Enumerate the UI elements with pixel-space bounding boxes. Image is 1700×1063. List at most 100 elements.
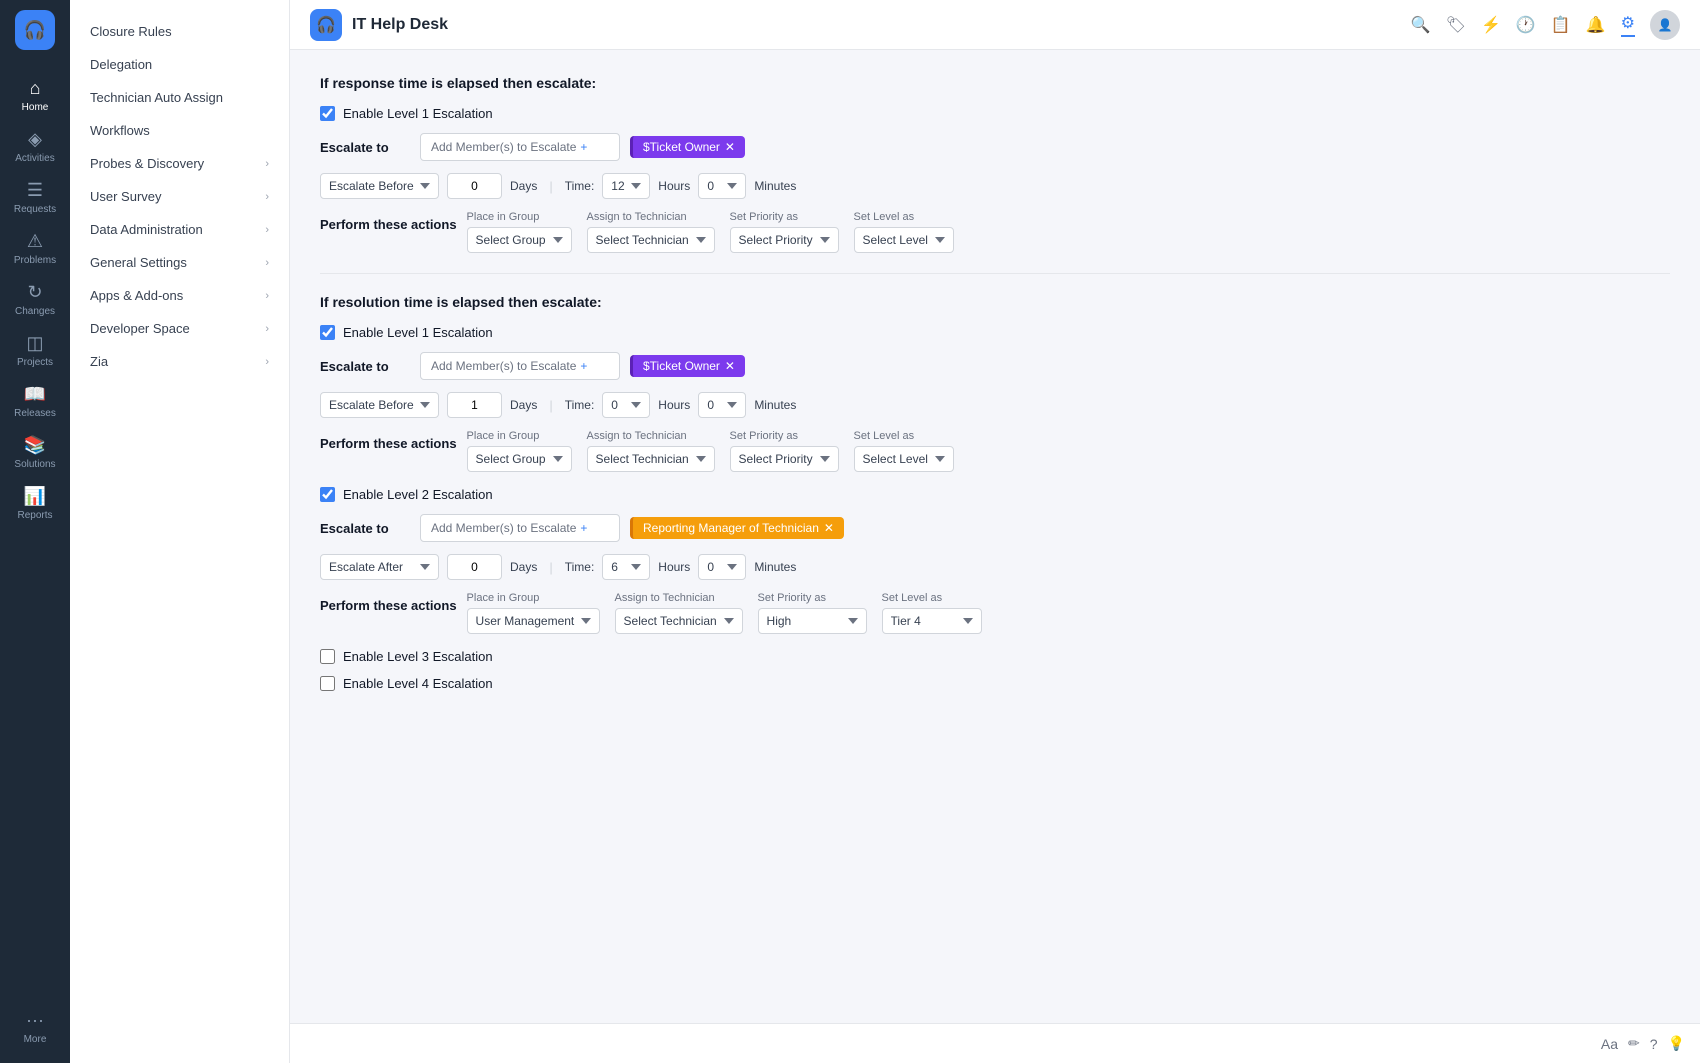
edit-icon[interactable]: ✏: [1628, 1035, 1640, 1052]
nav-item-problems[interactable]: ⚠ Problems: [0, 223, 70, 274]
tag-close-icon[interactable]: ✕: [725, 359, 735, 373]
sec2-l1-set-level-select[interactable]: Select Level: [854, 446, 954, 472]
help-icon[interactable]: ?: [1650, 1036, 1658, 1052]
sec2-l1-escalate-to-label: Escalate to: [320, 359, 410, 374]
content-area: If response time is elapsed then escalat…: [290, 50, 1700, 1023]
sec2-l1-place-group-select[interactable]: Select Group: [467, 446, 572, 472]
home-icon: ⌂: [30, 78, 41, 99]
sec1-minutes-label: Minutes: [754, 179, 796, 193]
sidebar-item-delegation[interactable]: Delegation: [70, 48, 289, 81]
sec1-place-group-select[interactable]: Select Group: [467, 227, 572, 253]
sec2-l1-time-label: Time:: [565, 398, 595, 412]
sidebar-item-data-admin[interactable]: Data Administration ›: [70, 213, 289, 246]
sec2-l2-set-level-label: Set Level as: [882, 592, 982, 604]
lightbulb-icon[interactable]: 💡: [1668, 1035, 1685, 1052]
nav-item-projects[interactable]: ◫ Projects: [0, 325, 70, 376]
sec1-set-priority-select[interactable]: Select Priority: [730, 227, 839, 253]
chevron-right-icon: ›: [265, 158, 269, 170]
gear-icon[interactable]: ⚙: [1621, 13, 1635, 37]
sec1-time-select[interactable]: 12 01234567891011: [602, 173, 650, 199]
sec2-l2-set-level-select[interactable]: Tier 4 Select LevelTier 1Tier 2Tier 3: [882, 608, 982, 634]
sec1-escalate-to-label: Escalate to: [320, 140, 410, 155]
app-title: 🎧 IT Help Desk: [310, 9, 448, 41]
bell-icon[interactable]: 🔔: [1586, 15, 1606, 35]
sidebar-item-general-settings[interactable]: General Settings ›: [70, 246, 289, 279]
sec1-set-level-select[interactable]: Select Level: [854, 227, 954, 253]
sidebar-item-probes[interactable]: Probes & Discovery ›: [70, 147, 289, 180]
nav-item-solutions[interactable]: 📚 Solutions: [0, 427, 70, 478]
sec2-level4-checkbox-row: Enable Level 4 Escalation: [320, 676, 1670, 691]
releases-icon: 📖: [24, 384, 46, 405]
sec1-escalate-before-select[interactable]: Escalate Before Escalate After: [320, 173, 439, 199]
sec1-hours-select[interactable]: 0 153045: [698, 173, 746, 199]
sec2-l2-member-input[interactable]: Add Member(s) to Escalate +: [420, 514, 620, 542]
nav-item-home[interactable]: ⌂ Home: [0, 70, 70, 121]
sec2-l1-hours-select[interactable]: 0 153045: [698, 392, 746, 418]
text-format-icon[interactable]: Aa: [1601, 1036, 1618, 1052]
app-logo: 🎧: [15, 10, 55, 50]
sec1-member-input[interactable]: Add Member(s) to Escalate +: [420, 133, 620, 161]
user-avatar[interactable]: 👤: [1650, 10, 1680, 40]
sec2-l2-time-label: Time:: [565, 560, 595, 574]
clock-icon[interactable]: 🕐: [1516, 15, 1536, 35]
sec2-l2-actions-row: Perform these actions Place in Group Use…: [320, 592, 1670, 634]
sec2-l1-priority-action: Set Priority as Select Priority: [730, 430, 839, 472]
nav-item-more[interactable]: ··· More: [0, 1002, 70, 1053]
sec1-level1-checkbox[interactable]: [320, 106, 335, 121]
sec1-actions-label: Perform these actions: [320, 211, 457, 232]
sec2-l2-escalate-after-select[interactable]: Escalate After Escalate Before: [320, 554, 439, 580]
sidebar-item-developer-space[interactable]: Developer Space ›: [70, 312, 289, 345]
sec2-level1-checkbox-row: Enable Level 1 Escalation: [320, 325, 1670, 340]
sec2-level1-checkbox[interactable]: [320, 325, 335, 340]
sec2-l1-set-priority-select[interactable]: Select Priority: [730, 446, 839, 472]
sidebar-item-workflows[interactable]: Workflows: [70, 114, 289, 147]
sec2-l1-assign-tech-select[interactable]: Select Technician: [587, 446, 715, 472]
sec1-days-input[interactable]: [447, 173, 502, 199]
sec2-l2-set-priority-select[interactable]: High Select PriorityLowMediumUrgent: [758, 608, 867, 634]
lightning-icon[interactable]: ⚡: [1481, 15, 1501, 35]
sidebar-item-zia[interactable]: Zia ›: [70, 345, 289, 378]
nav-item-reports[interactable]: 📊 Reports: [0, 478, 70, 529]
sec2-level2-checkbox[interactable]: [320, 487, 335, 502]
nav-item-changes[interactable]: ↻ Changes: [0, 274, 70, 325]
nav-item-releases[interactable]: 📖 Releases: [0, 376, 70, 427]
sec2-l1-days-input[interactable]: [447, 392, 502, 418]
sec2-l2-hours-select[interactable]: 0 153045: [698, 554, 746, 580]
search-icon[interactable]: 🔍: [1411, 15, 1431, 35]
sec2-level4-label: Enable Level 4 Escalation: [343, 676, 493, 691]
sec2-l2-minutes-label: Minutes: [754, 560, 796, 574]
sec2-l1-escalate-before-select[interactable]: Escalate Before Escalate After: [320, 392, 439, 418]
sec1-actions-row: Perform these actions Place in Group Sel…: [320, 211, 1670, 253]
sidebar-item-tech-auto-assign[interactable]: Technician Auto Assign: [70, 81, 289, 114]
sec1-assign-tech-select[interactable]: Select Technician: [587, 227, 715, 253]
sidebar-item-closure-rules[interactable]: Closure Rules: [70, 15, 289, 48]
sec1-priority-action: Set Priority as Select Priority: [730, 211, 839, 253]
sec2-l2-place-group-select[interactable]: User Management Select Group: [467, 608, 600, 634]
sec2-l2-days-input[interactable]: [447, 554, 502, 580]
sec1-timing-row: Escalate Before Escalate After Days | Ti…: [320, 173, 1670, 199]
sidebar-item-user-survey[interactable]: User Survey ›: [70, 180, 289, 213]
resolution-time-section: If resolution time is elapsed then escal…: [320, 294, 1670, 691]
nav-item-activities[interactable]: ◈ Activities: [0, 121, 70, 172]
sec2-level2-checkbox-row: Enable Level 2 Escalation: [320, 487, 1670, 502]
clipboard-icon[interactable]: 📋: [1551, 15, 1571, 35]
sec2-level3-label: Enable Level 3 Escalation: [343, 649, 493, 664]
top-header: 🎧 IT Help Desk 🔍 🏷 ⚡ 🕐 📋 🔔 ⚙ 👤: [290, 0, 1700, 50]
sec2-level3-checkbox[interactable]: [320, 649, 335, 664]
plus-icon: +: [580, 521, 587, 535]
sec1-group-action: Place in Group Select Group: [467, 211, 572, 253]
tag-icon[interactable]: 🏷: [1446, 15, 1466, 35]
sidebar-item-apps[interactable]: Apps & Add-ons ›: [70, 279, 289, 312]
tag-close-icon[interactable]: ✕: [824, 521, 834, 535]
sec1-ticket-owner-tag: $Ticket Owner ✕: [630, 136, 745, 158]
sec2-level4-checkbox[interactable]: [320, 676, 335, 691]
tag-close-icon[interactable]: ✕: [725, 140, 735, 154]
sec1-level1-checkbox-row: Enable Level 1 Escalation: [320, 106, 1670, 121]
chevron-right-icon: ›: [265, 290, 269, 302]
sec2-l1-member-input[interactable]: Add Member(s) to Escalate +: [420, 352, 620, 380]
sec2-l2-time-select[interactable]: 6 01212: [602, 554, 650, 580]
nav-item-requests[interactable]: ☰ Requests: [0, 172, 70, 223]
sec2-l1-time-select[interactable]: 0 12612: [602, 392, 650, 418]
sec2-l2-assign-tech-select[interactable]: Select Technician: [615, 608, 743, 634]
sec2-l1-place-group-label: Place in Group: [467, 430, 572, 442]
